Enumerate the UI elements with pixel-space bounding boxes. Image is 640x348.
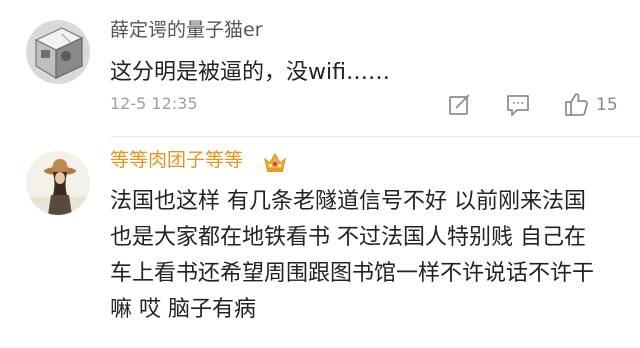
comment-text-line: 车上看书还希望周围跟图书馆一样不许说话不许干 [110, 261, 595, 286]
timestamp: 12-5 12:35 [110, 94, 198, 113]
share-icon[interactable] [447, 92, 473, 118]
comment-text: 这分明是被逼的，没wifi…… [110, 60, 390, 85]
comment-text: 法国也这样 有几条老隧道信号不好 以前刚来法国 也是大家都在地铁看书 不过法国人… [110, 184, 594, 328]
comment-text-line: 法国也这样 有几条老隧道信号不好 以前刚来法国 [110, 189, 586, 214]
comment-text-line: 嘛 哎 脑子有病 [110, 297, 256, 322]
thumbs-up-icon[interactable] [563, 91, 589, 117]
username[interactable]: 等等肉团子等等 [110, 148, 243, 172]
comment-list: 薛定谔的量子猫er 这分明是被逼的，没wifi…… 12-5 12:35 15 [0, 0, 640, 348]
reply-icon[interactable] [505, 92, 531, 118]
avatar[interactable] [26, 20, 90, 84]
username[interactable]: 薛定谔的量子猫er [110, 18, 263, 42]
cat-avatar-icon [26, 20, 90, 84]
like-count: 15 [596, 95, 618, 115]
crown-icon [264, 152, 286, 172]
user-avatar-icon [26, 151, 90, 215]
comment-item: 等等肉团子等等 法国也这样 有几条老隧道信号不好 以前刚来法国 也是大家都在地铁… [0, 137, 640, 348]
comment-item: 薛定谔的量子猫er 这分明是被逼的，没wifi…… 12-5 12:35 15 [0, 0, 640, 136]
comment-text-line: 也是大家都在地铁看书 不过法国人特别贱 自己在 [110, 225, 586, 250]
avatar[interactable] [26, 151, 90, 215]
